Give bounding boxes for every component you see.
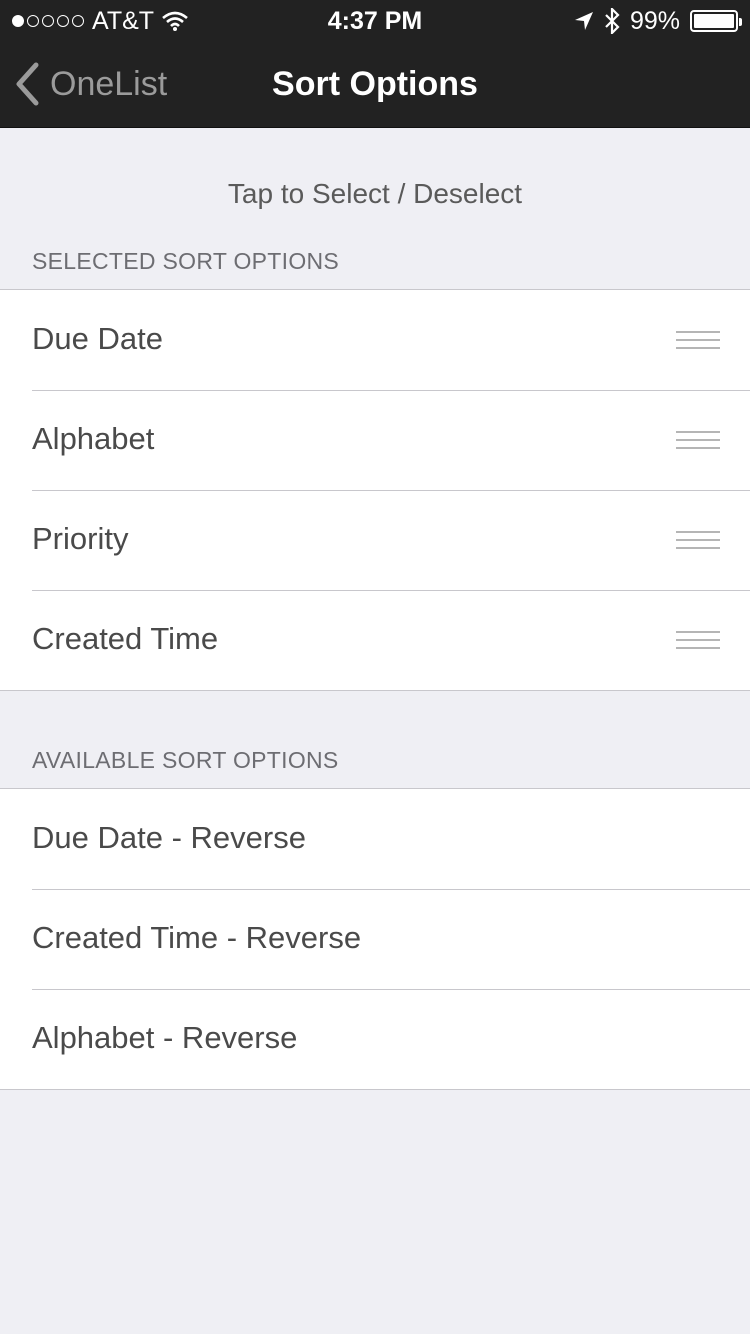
reorder-handle-icon[interactable] [676,431,720,449]
sort-option-label: Created Time [32,621,219,656]
sort-option-label: Created Time - Reverse [32,920,362,955]
navigation-bar: OneList Sort Options [0,40,750,128]
reorder-handle-icon[interactable] [676,531,720,549]
sort-option-label: Alphabet - Reverse [32,1020,298,1055]
carrier-label: AT&T [92,6,155,35]
sort-option-row[interactable]: Created Time [0,590,750,690]
sort-option-row[interactable]: Priority [0,490,750,590]
signal-dots-icon [12,15,84,27]
bluetooth-icon [605,8,620,34]
wifi-icon [162,11,188,31]
available-section-header: AVAILABLE SORT OPTIONS [32,747,339,773]
sort-option-row[interactable]: Due Date [0,290,750,390]
sort-option-label: Priority [32,521,129,556]
available-sort-list: Due Date - Reverse Created Time - Revers… [0,788,750,1090]
battery-icon [690,10,742,32]
sort-option-row[interactable]: Alphabet [0,390,750,490]
page-title: Sort Options [272,65,478,103]
status-bar: AT&T 4:37 PM 99% [0,0,750,40]
sort-option-row[interactable]: Due Date - Reverse [0,789,750,889]
location-arrow-icon [574,12,593,30]
selected-section-header: SELECTED SORT OPTIONS [32,248,340,274]
status-right: 99% [574,6,742,36]
sort-option-label: Due Date - Reverse [32,820,306,855]
sort-option-label: Due Date [32,321,163,356]
status-left: AT&T [12,6,188,36]
battery-percent: 99% [629,6,680,35]
sort-option-row[interactable]: Alphabet - Reverse [0,989,750,1089]
reorder-handle-icon[interactable] [676,331,720,349]
sort-option-label: Alphabet [32,421,155,456]
top-bar: AT&T 4:37 PM 99% OneList Sort Options [0,0,750,128]
instruction-text: Tap to Select / Deselect [227,178,523,209]
reorder-handle-icon[interactable] [676,631,720,649]
sort-option-row[interactable]: Created Time - Reverse [0,889,750,989]
selected-sort-list: Due Date Alphabet Priority Created Time [0,289,750,691]
